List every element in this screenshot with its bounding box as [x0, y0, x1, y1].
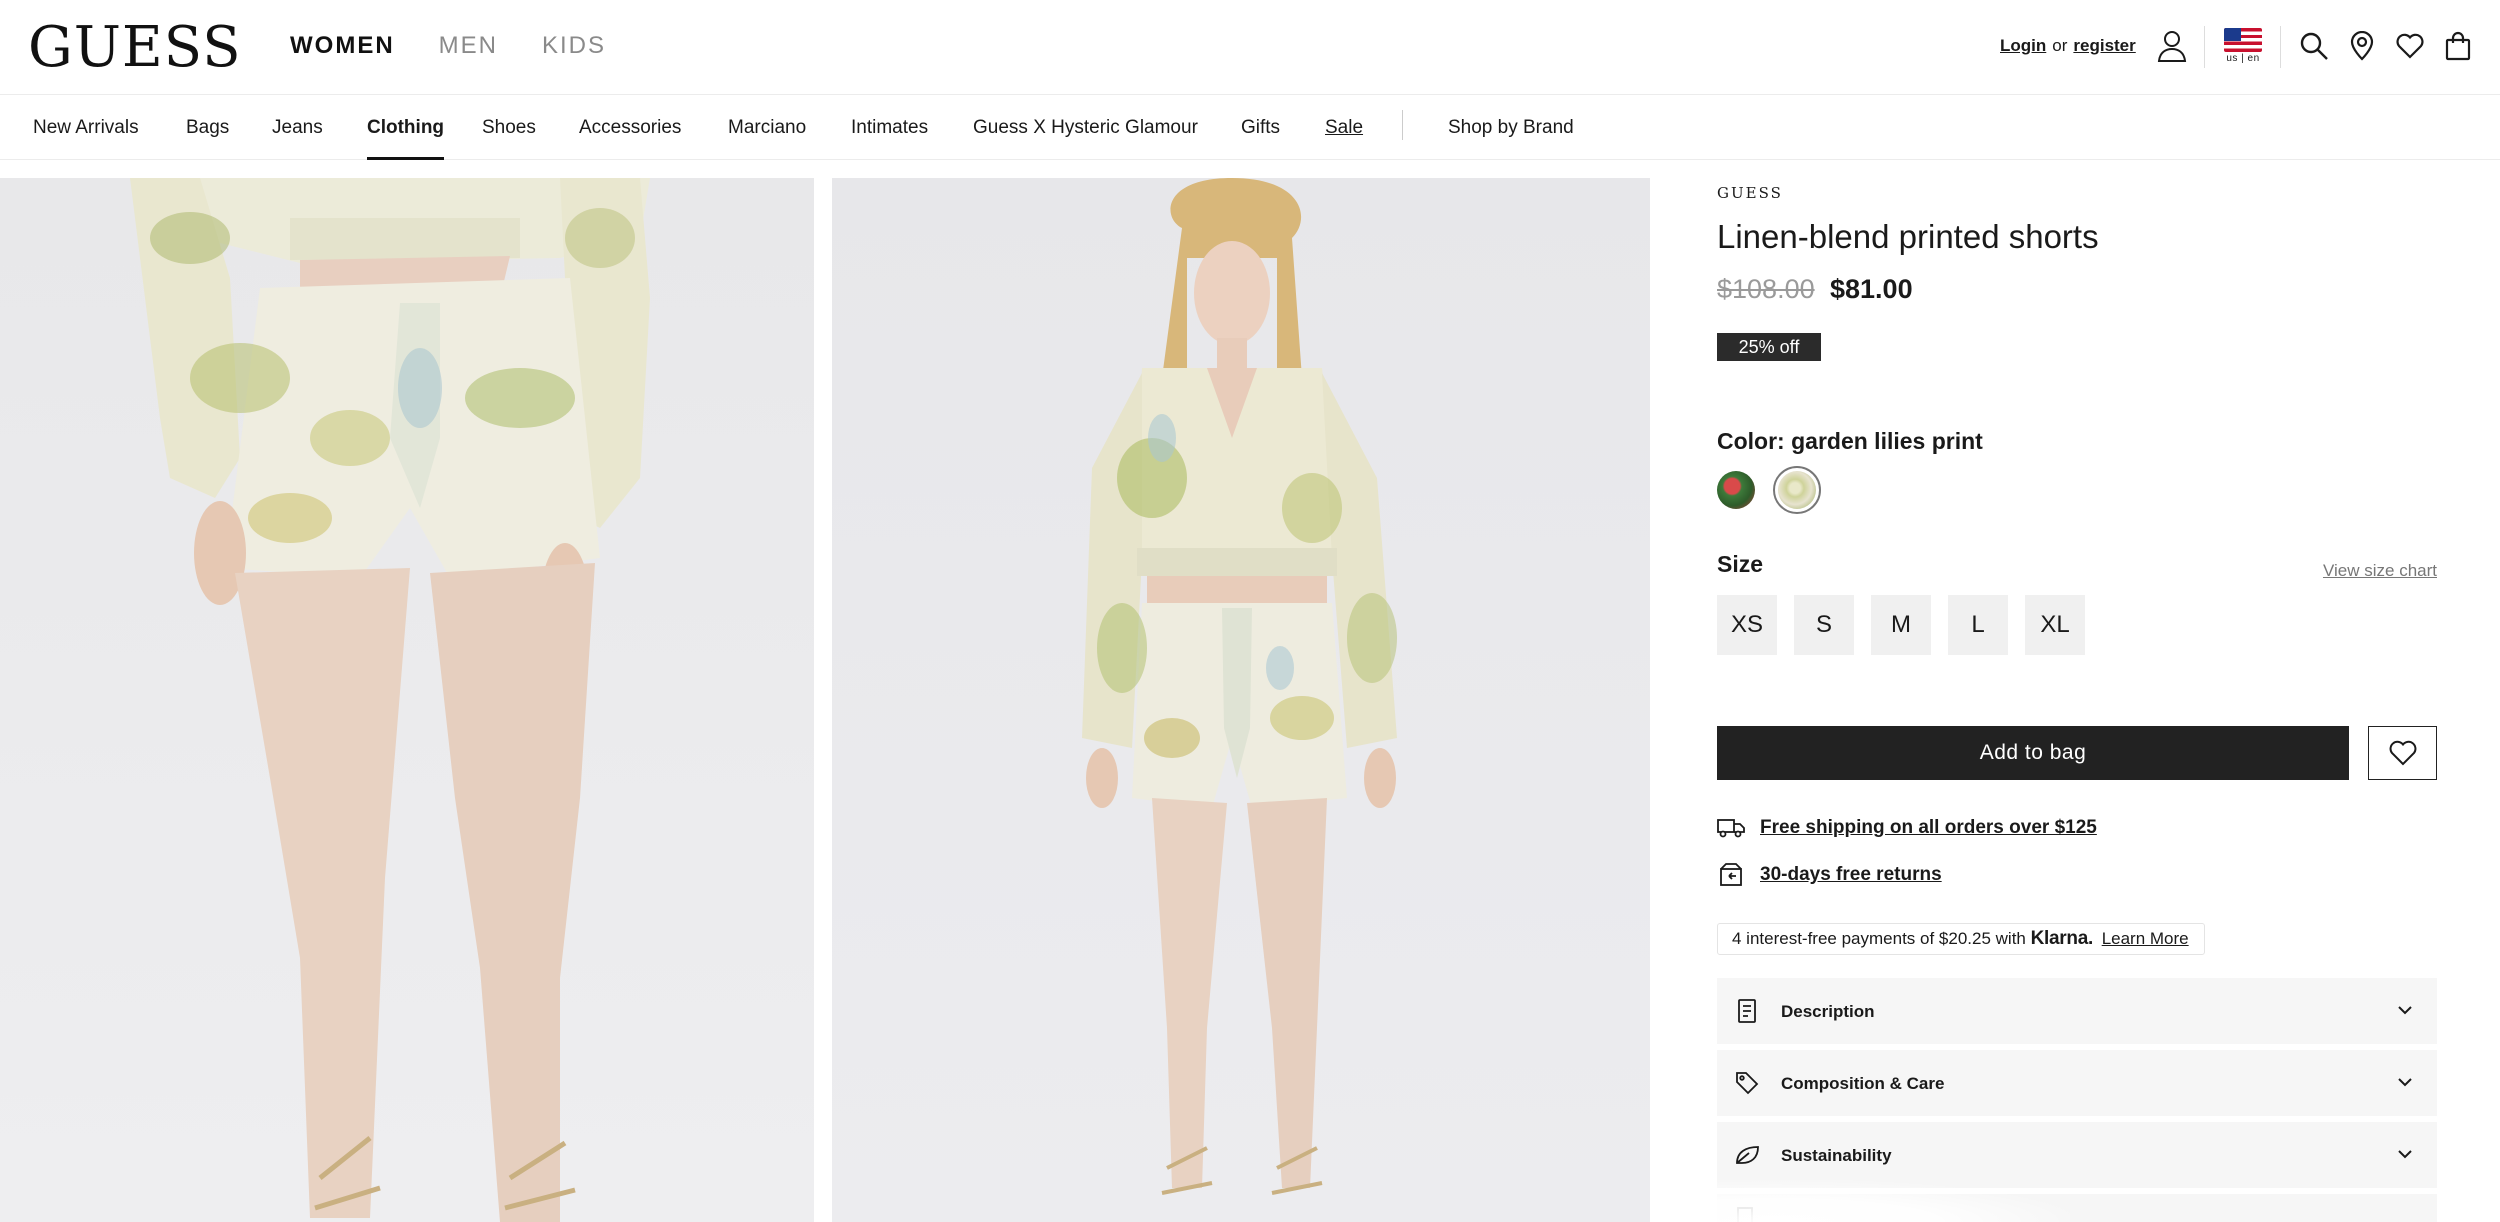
- accordion-description[interactable]: Description: [1717, 978, 2437, 1044]
- free-shipping-link[interactable]: Free shipping on all orders over $125: [1760, 817, 2097, 839]
- wishlist-icon[interactable]: [2392, 28, 2428, 64]
- chevron-down-icon: [2398, 1078, 2412, 1087]
- returns-perk: 30-days free returns: [1717, 860, 1942, 890]
- color-label: Color: garden lilies print: [1717, 428, 1983, 455]
- size-label: Size: [1717, 551, 1764, 577]
- tab-men[interactable]: MEN: [439, 32, 498, 60]
- accordion-sustainability[interactable]: Sustainability: [1717, 1122, 2437, 1188]
- size-option-m[interactable]: M: [1871, 595, 1931, 655]
- model-full-body-illustration: [1082, 178, 1397, 1195]
- nav-shoes[interactable]: Shoes: [482, 96, 536, 160]
- nav-divider: [1402, 110, 1403, 140]
- leaf-icon: [1733, 1141, 1761, 1169]
- bottom-fade-overlay: [1650, 1180, 2070, 1222]
- klarna-banner: 4 interest-free payments of $20.25 with …: [1717, 923, 2205, 955]
- nav-accessories[interactable]: Accessories: [579, 96, 681, 160]
- klarna-logo: Klarna.: [2030, 928, 2094, 949]
- or-label: or: [2052, 36, 2068, 55]
- color-swatch-red-print[interactable]: [1717, 471, 1755, 509]
- chevron-down-icon: [2398, 1006, 2412, 1015]
- size-option-xl[interactable]: XL: [2025, 595, 2085, 655]
- nav-jeans[interactable]: Jeans: [272, 96, 323, 160]
- bag-icon[interactable]: [2440, 28, 2476, 64]
- size-option-s[interactable]: S: [1794, 595, 1854, 655]
- free-shipping-perk: Free shipping on all orders over $125: [1717, 813, 2097, 843]
- model-closeup-illustration: [130, 178, 650, 1222]
- nav-gifts[interactable]: Gifts: [1241, 96, 1280, 160]
- register-link[interactable]: register: [2073, 36, 2135, 55]
- nav-guess-x-hysteric-glamour[interactable]: Guess X Hysteric Glamour: [973, 96, 1198, 160]
- size-option-xs[interactable]: XS: [1717, 595, 1777, 655]
- color-label-prefix: Color:: [1717, 428, 1785, 454]
- top-header: GUESS WOMEN MEN KIDS Login or register us …: [0, 0, 2500, 95]
- discount-badge: 25% off: [1717, 333, 1821, 361]
- product-title: Linen-blend printed shorts: [1717, 218, 2099, 255]
- color-value: garden lilies print: [1791, 428, 1983, 454]
- size-chart-link[interactable]: View size chart: [2323, 561, 2437, 581]
- locale-label: us | en: [2226, 53, 2260, 64]
- header-divider: [2204, 26, 2205, 68]
- klarna-text: 4 interest-free payments of $20.25 with: [1732, 929, 2026, 948]
- search-icon[interactable]: [2296, 28, 2332, 64]
- add-to-wishlist-button[interactable]: [2368, 726, 2437, 780]
- product-image-closeup[interactable]: [0, 178, 814, 1222]
- nav-marciano[interactable]: Marciano: [728, 96, 806, 160]
- product-image-full-body[interactable]: [832, 178, 1650, 1222]
- gender-nav: WOMEN MEN KIDS: [290, 32, 606, 60]
- sale-price: $81.00: [1830, 274, 1913, 304]
- category-nav: New Arrivals Bags Jeans Clothing Shoes A…: [0, 96, 2500, 160]
- free-returns-link[interactable]: 30-days free returns: [1760, 864, 1942, 886]
- tab-kids[interactable]: KIDS: [542, 32, 606, 60]
- accordion-composition-care[interactable]: Composition & Care: [1717, 1050, 2437, 1116]
- store-locator-icon[interactable]: [2344, 28, 2380, 64]
- accordion-label: Composition & Care: [1781, 1074, 1945, 1093]
- size-option-l[interactable]: L: [1948, 595, 2008, 655]
- locale-selector[interactable]: us | en: [2224, 28, 2262, 64]
- account-links: Login or register: [2000, 36, 2136, 56]
- original-price: $108.00: [1717, 274, 1815, 304]
- guess-logo[interactable]: GUESS: [28, 20, 242, 76]
- nav-bags[interactable]: Bags: [186, 96, 229, 160]
- nav-clothing[interactable]: Clothing: [367, 96, 445, 160]
- document-icon: [1733, 997, 1761, 1025]
- us-flag-icon: [2224, 28, 2262, 52]
- heart-icon: [2389, 740, 2416, 766]
- nav-sale[interactable]: Sale: [1325, 96, 1363, 160]
- add-to-bag-button[interactable]: Add to bag: [1717, 726, 2349, 780]
- user-icon[interactable]: [2154, 28, 2190, 64]
- nav-intimates[interactable]: Intimates: [851, 96, 928, 160]
- header-divider: [2280, 26, 2281, 68]
- nav-shop-by-brand[interactable]: Shop by Brand: [1448, 96, 1574, 160]
- accordion-label: Description: [1781, 1002, 1875, 1021]
- accordion-label: Sustainability: [1781, 1146, 1892, 1165]
- color-swatch-garden-lilies[interactable]: [1773, 466, 1821, 514]
- login-link[interactable]: Login: [2000, 36, 2046, 55]
- chevron-down-icon: [2398, 1150, 2412, 1159]
- tab-women[interactable]: WOMEN: [290, 32, 395, 60]
- return-box-icon: [1720, 863, 1742, 886]
- klarna-learn-more-link[interactable]: Learn More: [2102, 929, 2189, 948]
- product-brand: GUESS: [1717, 184, 1783, 202]
- tag-icon: [1733, 1069, 1761, 1097]
- truck-icon: [1717, 819, 1745, 838]
- nav-new-arrivals[interactable]: New Arrivals: [33, 96, 139, 160]
